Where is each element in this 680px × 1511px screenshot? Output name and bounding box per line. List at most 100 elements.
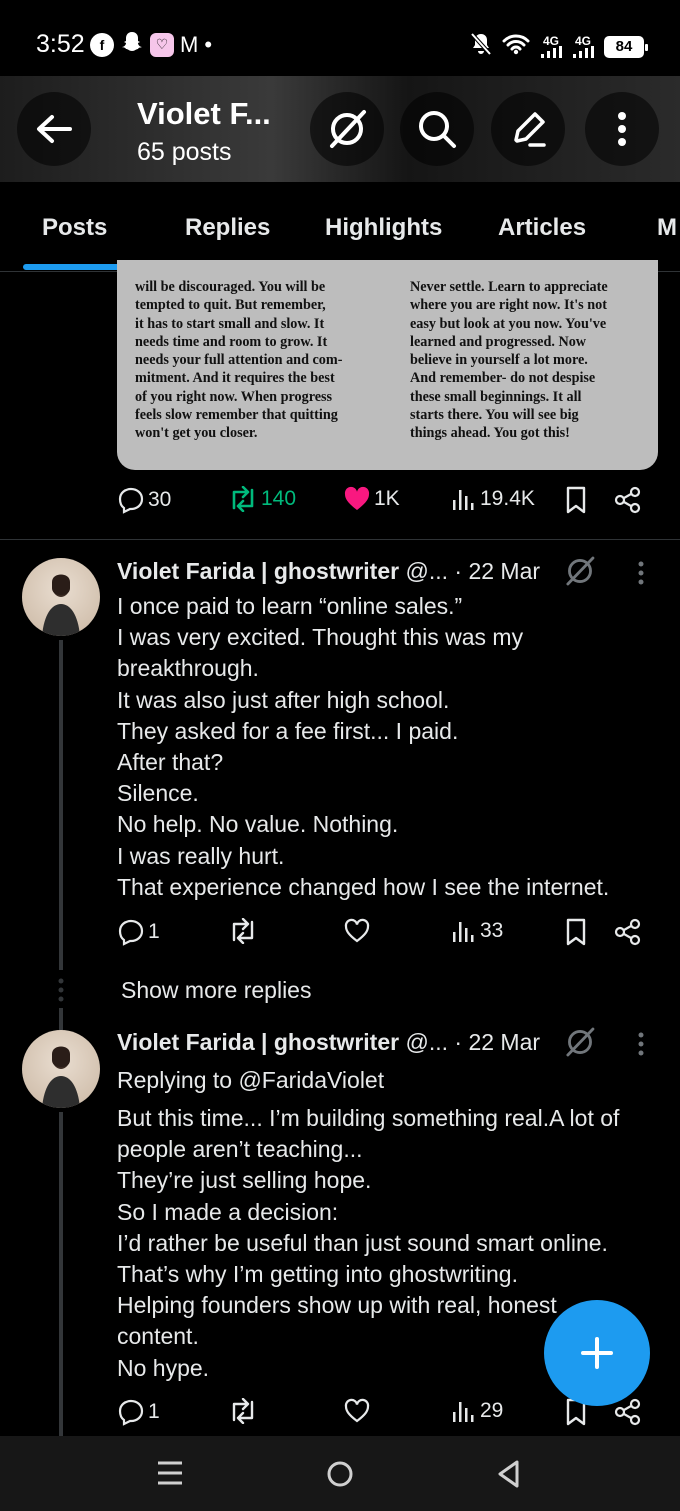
views-count: 19.4K [480, 487, 535, 510]
share-icon [614, 918, 641, 946]
post-count: 65 posts [137, 138, 232, 166]
repost-count: 140 [261, 487, 297, 510]
grok-icon[interactable] [563, 554, 597, 588]
replying-to[interactable]: Replying to @FaridaViolet [117, 1067, 384, 1094]
repost-button[interactable] [228, 918, 258, 944]
bookmark-icon [566, 486, 586, 514]
tweet-date: · 22 Mar [454, 558, 541, 584]
tweet-actions: 1 33 [117, 918, 657, 958]
signal-1-icon: 4G [540, 35, 562, 58]
image-text-left: will be discouraged. You will be tempted… [135, 279, 343, 442]
views-count: 29 [480, 1399, 504, 1422]
views-button[interactable]: 33 [451, 918, 503, 944]
reply-button[interactable]: 1 [117, 1398, 160, 1426]
tweet-date: · 22 Mar [454, 1029, 541, 1055]
back-triangle-icon[interactable] [496, 1459, 520, 1489]
tweet-actions: 1 29 [117, 1398, 657, 1438]
profile-name: Violet F... [137, 96, 271, 131]
search-button[interactable] [400, 92, 474, 166]
reply-count: 1 [148, 1400, 160, 1423]
grok-icon[interactable] [563, 1025, 597, 1059]
like-button[interactable] [343, 1398, 371, 1424]
tweet-header: Violet Farida | ghostwriter @... · 22 Ma… [117, 558, 540, 585]
views-button[interactable]: 19.4K [451, 486, 535, 512]
status-bar: 3:52 f ♡ M • 4G 4G 84 [0, 0, 680, 78]
bookmark-button[interactable] [565, 486, 587, 514]
share-button[interactable] [614, 486, 642, 514]
search-icon [419, 111, 456, 148]
recent-apps-icon[interactable] [157, 1460, 183, 1486]
reply-count: 30 [148, 488, 172, 511]
profile-header: Violet F... 65 posts [0, 76, 680, 182]
tab-replies[interactable]: Replies [185, 214, 270, 242]
tab-articles[interactable]: Articles [498, 214, 586, 242]
reply-icon [118, 1399, 144, 1426]
system-nav-bar [0, 1436, 680, 1511]
grok-button[interactable] [310, 92, 384, 166]
thread-line [59, 640, 63, 970]
image-text-right: Never settle. Learn to appreciate where … [410, 279, 608, 442]
like-button[interactable] [343, 918, 371, 944]
tweet-more-icon[interactable] [636, 561, 646, 585]
system-icons: 4G 4G 84 [470, 32, 648, 61]
thread-line [59, 1008, 63, 1030]
avatar-portrait-icon [42, 1046, 80, 1108]
post-divider [0, 539, 680, 540]
mute-bell-icon [470, 32, 492, 61]
more-options-button[interactable] [585, 92, 659, 166]
share-button[interactable] [614, 1398, 642, 1426]
compose-button[interactable] [491, 92, 565, 166]
reply-icon [118, 487, 144, 514]
reply-button[interactable]: 30 [117, 486, 171, 514]
heart-icon [344, 1398, 370, 1423]
show-more-replies-link[interactable]: Show more replies [121, 977, 311, 1004]
like-count: 1K [374, 487, 400, 510]
author-handle[interactable]: @... [405, 558, 448, 584]
back-arrow-icon [37, 115, 72, 143]
share-button[interactable] [614, 918, 642, 946]
bookmark-button[interactable] [565, 918, 587, 946]
wifi-icon [502, 33, 530, 60]
heart-icon [344, 918, 370, 943]
views-icon [453, 1402, 474, 1422]
bookmark-icon [566, 918, 586, 946]
back-button[interactable] [17, 92, 91, 166]
repost-button[interactable]: 140 [228, 486, 296, 512]
post-image[interactable]: will be discouraged. You will be tempted… [117, 260, 658, 470]
author-name[interactable]: Violet Farida | ghostwriter [117, 558, 399, 584]
share-icon [614, 486, 641, 514]
dating-app-icon: ♡ [150, 32, 174, 57]
tab-posts[interactable]: Posts [42, 214, 107, 242]
views-button[interactable]: 29 [451, 1398, 503, 1424]
repost-icon [232, 1398, 254, 1424]
tab-media[interactable]: M [657, 214, 677, 242]
tweet-more-icon[interactable] [636, 1032, 646, 1056]
share-icon [614, 1398, 641, 1426]
grok-icon [330, 110, 366, 148]
thread-gap-dots-icon [58, 978, 64, 1002]
plus-icon [581, 1337, 613, 1369]
reply-button[interactable]: 1 [117, 918, 160, 946]
views-icon [453, 922, 474, 942]
repost-button[interactable] [228, 1398, 258, 1424]
notification-icons: f ♡ M • [90, 30, 212, 59]
profile-tabs: Posts Replies Highlights Articles M [0, 182, 680, 272]
home-circle-icon[interactable] [326, 1460, 354, 1488]
new-post-fab[interactable] [544, 1300, 650, 1406]
signal-2-icon: 4G [572, 35, 594, 58]
avatar[interactable] [22, 558, 100, 636]
avatar[interactable] [22, 1030, 100, 1108]
post-actions: 30 140 1K 19.4K [117, 486, 657, 526]
more-vertical-icon [618, 112, 626, 146]
author-name[interactable]: Violet Farida | ghostwriter [117, 1029, 399, 1055]
repost-icon [232, 486, 254, 512]
status-time: 3:52 [36, 30, 85, 58]
tweet-text: I once paid to learn “online sales.” I w… [117, 593, 610, 900]
tweet-header: Violet Farida | ghostwriter @... · 22 Ma… [117, 1029, 540, 1056]
author-handle[interactable]: @... [405, 1029, 448, 1055]
active-tab-indicator [23, 264, 129, 270]
gmail-icon: M [180, 31, 199, 57]
like-button[interactable]: 1K [343, 486, 400, 512]
tab-highlights[interactable]: Highlights [325, 214, 442, 242]
views-icon [453, 490, 474, 510]
